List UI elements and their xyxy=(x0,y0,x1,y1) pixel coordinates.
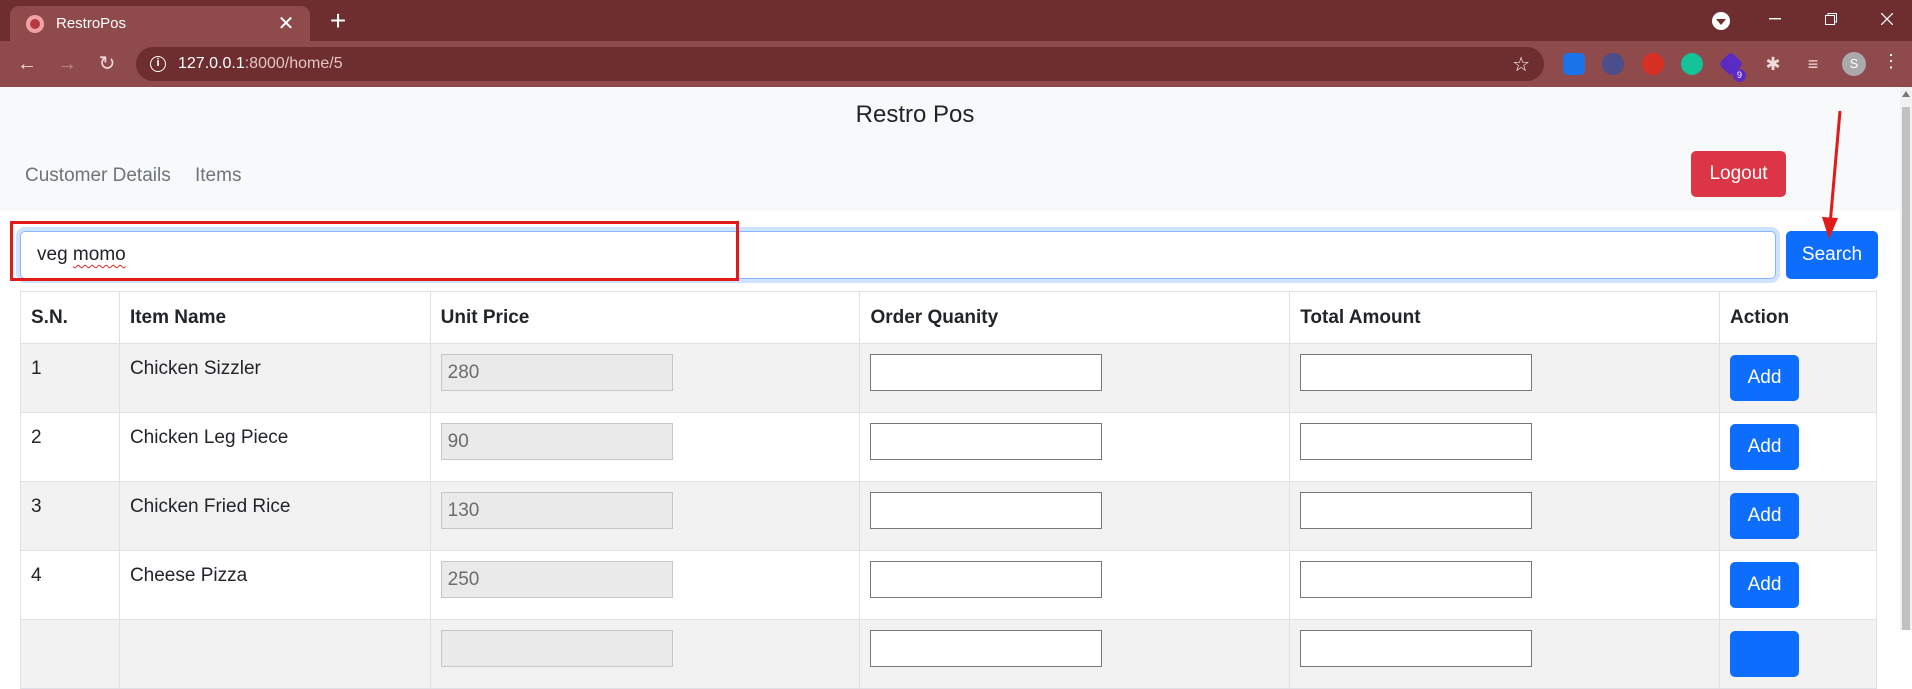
brand-title[interactable]: Restro Pos xyxy=(0,101,1830,129)
table-row: 3 Chicken Fried Rice 130 Add xyxy=(20,481,1877,551)
browser-menu-icon[interactable]: ⋮ xyxy=(1882,51,1900,72)
url-host: 127.0.0.1 xyxy=(178,55,245,72)
web-page: Restro Pos Customer Details Items Logout… xyxy=(0,87,1900,689)
extension-translate-icon[interactable] xyxy=(1563,53,1585,75)
profile-avatar[interactable]: S xyxy=(1842,52,1866,76)
header-sn: S.N. xyxy=(20,291,120,344)
nav-link-items[interactable]: Items xyxy=(195,165,241,187)
header-item-name: Item Name xyxy=(118,291,431,344)
order-quantity-input[interactable] xyxy=(870,492,1103,529)
header-total-amount: Total Amount xyxy=(1289,291,1721,344)
close-window-icon[interactable] xyxy=(1864,0,1910,38)
address-bar[interactable]: i 127.0.0.1:8000/home/5 ☆ xyxy=(136,47,1544,81)
navbar: Restro Pos Customer Details Items Logout xyxy=(0,87,1900,211)
cell-item-name: Cheese Pizza xyxy=(118,550,431,620)
browser-toolbar: ← → ↻ i 127.0.0.1:8000/home/5 ☆ 9 ✱ ≡ S … xyxy=(0,41,1912,87)
bookmark-star-icon[interactable]: ☆ xyxy=(1512,52,1530,77)
unit-price-field: 130 xyxy=(440,492,673,529)
reading-list-icon[interactable]: ≡ xyxy=(1798,49,1828,79)
extensions-puzzle-icon[interactable]: ✱ xyxy=(1758,49,1788,79)
unit-price-field xyxy=(440,630,673,667)
arrow-annotation-icon xyxy=(1822,110,1842,239)
cell-sn: 1 xyxy=(20,343,120,413)
site-favicon-icon xyxy=(26,14,44,33)
minimize-icon[interactable] xyxy=(1752,0,1798,38)
search-input[interactable]: veg momo xyxy=(20,231,1776,279)
order-quantity-input[interactable] xyxy=(870,354,1103,391)
order-quantity-input[interactable] xyxy=(870,423,1103,460)
extension-hand-icon[interactable] xyxy=(1642,53,1664,75)
unit-price-field: 250 xyxy=(440,561,673,598)
table-row: 2 Chicken Leg Piece 90 Add xyxy=(20,412,1877,482)
page-scrollbar[interactable] xyxy=(1900,87,1912,630)
cell-item-name: Chicken Sizzler xyxy=(118,343,431,413)
header-order-quantity: Order Quanity xyxy=(859,291,1291,344)
cell-sn: 2 xyxy=(20,412,120,482)
search-value-misspelled: momo xyxy=(72,244,126,265)
forward-icon[interactable]: → xyxy=(52,49,82,79)
total-amount-input[interactable] xyxy=(1300,354,1533,391)
url-path: :8000/home/5 xyxy=(244,55,343,72)
scroll-up-icon[interactable] xyxy=(1902,91,1910,97)
add-button[interactable]: Add xyxy=(1730,424,1800,470)
search-value-text: veg xyxy=(37,244,73,265)
logout-button[interactable]: Logout xyxy=(1691,151,1786,197)
add-button[interactable]: Add xyxy=(1730,355,1800,401)
extension-block-icon[interactable] xyxy=(1602,53,1624,75)
restore-icon[interactable] xyxy=(1808,0,1854,38)
new-tab-button[interactable]: + xyxy=(322,6,354,36)
back-icon[interactable]: ← xyxy=(12,49,42,79)
add-button[interactable]: Add xyxy=(1730,493,1800,539)
tab-search-icon[interactable] xyxy=(1712,12,1730,30)
site-info-icon[interactable]: i xyxy=(150,56,166,72)
browser-tab-strip: RestroPos ✕ + xyxy=(0,0,1912,41)
unit-price-field: 280 xyxy=(440,354,673,391)
unit-price-field: 90 xyxy=(440,423,673,460)
total-amount-input[interactable] xyxy=(1300,561,1533,598)
header-action: Action xyxy=(1719,291,1877,344)
cell-item-name: Chicken Fried Rice xyxy=(118,481,431,551)
cell-item-name: Chicken Leg Piece xyxy=(118,412,431,482)
tab-title: RestroPos xyxy=(56,15,127,32)
reload-icon[interactable]: ↻ xyxy=(92,49,122,79)
order-quantity-input[interactable] xyxy=(870,561,1103,598)
nav-link-customer-details[interactable]: Customer Details xyxy=(25,165,171,187)
add-button[interactable]: Add xyxy=(1730,562,1800,608)
total-amount-input[interactable] xyxy=(1300,423,1533,460)
cell-sn: 3 xyxy=(20,481,120,551)
extension-badge-count: 9 xyxy=(1733,69,1746,82)
add-button[interactable] xyxy=(1730,631,1800,677)
scrollbar-thumb[interactable] xyxy=(1902,107,1910,630)
order-quantity-input[interactable] xyxy=(870,630,1103,667)
tab-close-icon[interactable]: ✕ xyxy=(274,11,298,36)
table-row: 1 Chicken Sizzler 280 Add xyxy=(20,343,1877,413)
extension-grammarly-icon[interactable] xyxy=(1681,53,1703,75)
header-unit-price: Unit Price xyxy=(429,291,861,344)
total-amount-input[interactable] xyxy=(1300,630,1533,667)
cell-sn: 4 xyxy=(20,550,120,620)
items-table: S.N. Item Name Unit Price Order Quanity … xyxy=(20,291,1877,689)
total-amount-input[interactable] xyxy=(1300,492,1533,529)
table-row: 4 Cheese Pizza 250 Add xyxy=(20,550,1877,620)
browser-tab[interactable]: RestroPos ✕ xyxy=(10,6,310,41)
